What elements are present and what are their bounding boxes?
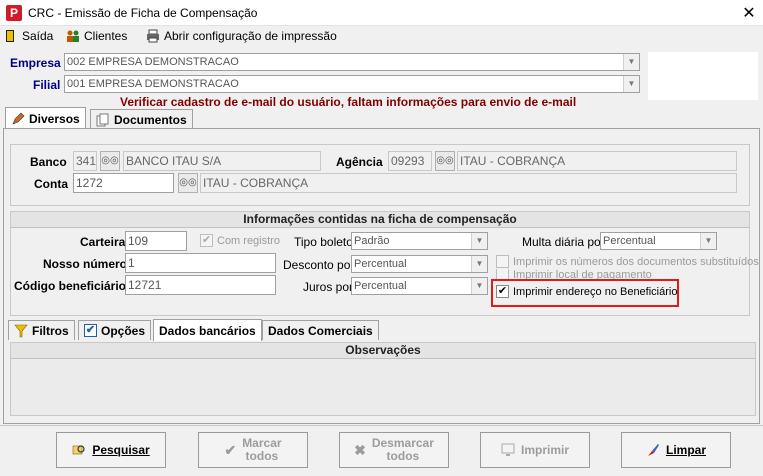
codigo-beneficiario-label: Código beneficiário xyxy=(14,279,127,293)
agencia-name-field: ITAU - COBRANÇA xyxy=(457,151,737,171)
filial-value: 001 EMPRESA DEMONSTRACAO xyxy=(67,78,239,90)
marcar-label-2: todos xyxy=(245,449,279,463)
tab-dados-comerciais-label: Dados Comerciais xyxy=(268,323,373,338)
tipo-boleto-label: Tipo boleto xyxy=(294,235,353,249)
close-icon[interactable]: ✕ xyxy=(740,3,758,23)
monitor-icon xyxy=(501,443,515,456)
carteira-field[interactable]: 109 xyxy=(125,231,187,251)
window-title: CRC - Emissão de Ficha de Compensação xyxy=(28,6,258,20)
conta-code-field[interactable]: 1272 xyxy=(73,173,174,193)
menu-clientes-label: Clientes xyxy=(84,29,128,43)
juros-por-label: Juros por xyxy=(303,280,354,294)
checkbox-icon[interactable] xyxy=(496,255,509,268)
agencia-label: Agência xyxy=(336,155,383,169)
imprimir-numeros-check[interactable]: Imprimir os números dos documentos subst… xyxy=(496,255,759,268)
checkbox-checked-icon: ✔ xyxy=(200,234,213,247)
tab-documentos-label: Documentos xyxy=(114,112,187,127)
empresa-select[interactable]: 002 EMPRESA DEMONSTRACAO ▼ xyxy=(64,53,640,71)
logo-area xyxy=(648,52,758,100)
menu-config-impressao[interactable]: Abrir configuração de impressão xyxy=(146,28,337,44)
tab-diversos-label: Diversos xyxy=(29,111,80,126)
banco-code-field[interactable]: 341 xyxy=(73,151,97,171)
conta-label: Conta xyxy=(34,177,68,191)
tipo-boleto-select[interactable]: Padrão ▼ xyxy=(351,232,488,250)
menu-saida[interactable]: Saída xyxy=(4,28,53,44)
tab-opcoes[interactable]: ✔ Opções xyxy=(78,320,152,340)
multa-diaria-select[interactable]: Percentual ▼ xyxy=(600,232,717,250)
menu-config-label: Abrir configuração de impressão xyxy=(164,29,337,43)
binoculars-icon[interactable]: ◎◎ xyxy=(435,151,455,171)
carteira-label: Carteira xyxy=(80,235,126,249)
filial-select[interactable]: 001 EMPRESA DEMONSTRACAO ▼ xyxy=(64,75,640,93)
tab-filtros-label: Filtros xyxy=(32,323,69,338)
multa-diaria-value: Percentual xyxy=(603,235,656,247)
nosso-numero-label: Nosso número xyxy=(43,257,128,271)
tab-documentos[interactable]: Documentos xyxy=(90,109,193,129)
desconto-por-label: Desconto por xyxy=(283,258,355,272)
tipo-boleto-value: Padrão xyxy=(354,235,390,247)
menu-saida-label: Saída xyxy=(22,29,54,43)
chevron-down-icon[interactable]: ▼ xyxy=(623,54,639,70)
limpar-button[interactable]: Limpar xyxy=(621,432,731,468)
marcar-todos-button[interactable]: ✔ Marcar todos xyxy=(198,432,308,468)
documents-icon xyxy=(96,113,109,126)
imprimir-button[interactable]: Imprimir xyxy=(480,432,590,468)
imprimir-label: Imprimir xyxy=(520,443,569,457)
menu-clientes[interactable]: Clientes xyxy=(66,28,127,44)
chevron-down-icon[interactable]: ▼ xyxy=(471,256,487,272)
observacoes-header: Observações xyxy=(11,343,755,359)
tab-dados-bancarios[interactable]: Dados bancários xyxy=(153,319,262,341)
limpar-label: Limpar xyxy=(665,443,706,457)
multa-diaria-label: Multa diária por xyxy=(522,235,605,249)
conta-name-field: ITAU - COBRANÇA xyxy=(200,173,737,193)
com-registro-label: Com registro xyxy=(217,234,280,247)
imprimir-numeros-label: Imprimir os números dos documentos subst… xyxy=(513,255,759,268)
agencia-code-field[interactable]: 09293 xyxy=(388,151,432,171)
empresa-label: Empresa xyxy=(10,56,61,70)
x-mark-icon: ✖ xyxy=(354,441,366,458)
juros-por-select[interactable]: Percentual ▼ xyxy=(351,277,488,295)
filial-label: Filial xyxy=(33,78,61,92)
tab-dados-comerciais[interactable]: Dados Comerciais xyxy=(262,320,379,340)
checkbox-checked-icon[interactable]: ✔ xyxy=(496,285,509,298)
banco-label: Banco xyxy=(30,155,67,169)
exit-door-icon xyxy=(6,30,14,42)
nosso-numero-field[interactable]: 1 xyxy=(125,253,276,273)
desconto-por-select[interactable]: Percentual ▼ xyxy=(351,255,488,273)
funnel-icon xyxy=(14,324,28,337)
binoculars-icon[interactable]: ◎◎ xyxy=(178,173,198,193)
chevron-down-icon[interactable]: ▼ xyxy=(471,233,487,249)
juros-por-value: Percentual xyxy=(354,280,407,292)
com-registro-check: ✔ Com registro xyxy=(200,234,280,247)
tab-filtros[interactable]: Filtros xyxy=(8,320,75,340)
check-mark-icon: ✔ xyxy=(224,441,237,458)
info-header: Informações contidas na ficha de compens… xyxy=(11,212,749,228)
desmarcar-label-2: todos xyxy=(386,449,420,463)
pencil-icon xyxy=(12,112,25,125)
printer-icon xyxy=(147,29,159,43)
banco-name-field: BANCO ITAU S/A xyxy=(123,151,321,171)
tab-opcoes-label: Opções xyxy=(101,323,146,338)
chevron-down-icon[interactable]: ▼ xyxy=(471,278,487,294)
app-icon: P xyxy=(6,5,22,21)
users-icon xyxy=(67,30,79,42)
tab-dados-bancarios-label: Dados bancários xyxy=(159,323,256,338)
imprimir-endereco-check[interactable]: ✔ Imprimir endereço no Beneficiário xyxy=(496,285,677,298)
tab-diversos[interactable]: Diversos xyxy=(5,107,86,129)
chevron-down-icon[interactable]: ▼ xyxy=(623,76,639,92)
imprimir-endereco-label: Imprimir endereço no Beneficiário xyxy=(513,285,678,298)
desconto-por-value: Percentual xyxy=(354,258,407,270)
brush-icon xyxy=(647,444,659,456)
codigo-beneficiario-field[interactable]: 12721 xyxy=(125,275,276,295)
binoculars-icon[interactable]: ◎◎ xyxy=(100,151,120,171)
pesquisar-label: Pesquisar xyxy=(92,443,150,457)
checkbox-checked-icon: ✔ xyxy=(84,324,97,337)
desmarcar-todos-button[interactable]: ✖ Desmarcar todos xyxy=(339,432,449,468)
pesquisar-button[interactable]: Pesquisar xyxy=(56,432,166,468)
search-icon xyxy=(73,445,85,455)
footer-divider xyxy=(0,425,763,426)
warning-message: Verificar cadastro de e-mail do usuário,… xyxy=(120,95,577,109)
empresa-value: 002 EMPRESA DEMONSTRACAO xyxy=(67,56,239,68)
chevron-down-icon[interactable]: ▼ xyxy=(700,233,716,249)
